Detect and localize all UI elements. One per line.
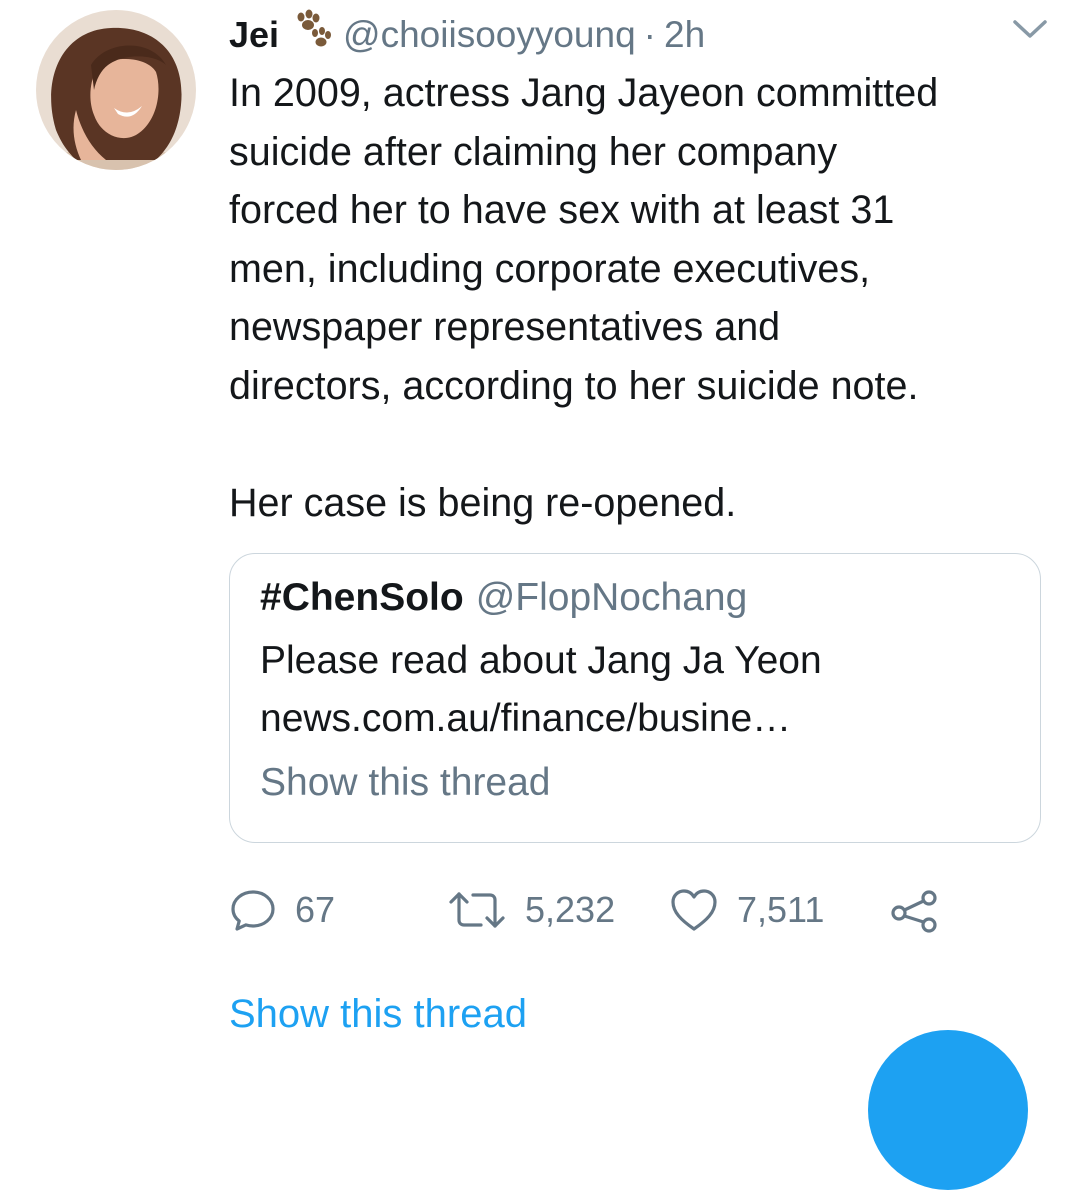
compose-button[interactable] [868,1030,1028,1190]
retweet-button[interactable]: 5,232 [447,882,615,938]
quoted-show-thread[interactable]: Show this thread [260,761,551,805]
like-button[interactable]: 7,511 [669,882,824,938]
reply-button[interactable]: 67 [229,882,335,938]
retweet-icon [447,886,507,934]
tweet-time[interactable]: 2h [664,14,705,56]
avatar[interactable] [36,10,196,170]
like-count: 7,511 [737,889,825,930]
reply-count: 67 [295,889,336,930]
quoted-tweet-text: Please read about Jang Ja Yeon [260,639,822,682]
author-name[interactable]: Jei [229,14,279,56]
quoted-tweet-link[interactable]: news.com.au/finance/busine… [260,697,791,741]
show-thread-link[interactable]: Show this thread [229,992,527,1037]
author-handle[interactable]: @choiisooyyounq [343,14,636,56]
quoted-tweet[interactable]: #ChenSolo @FlopNochang Please read about … [229,553,1041,843]
chevron-down-icon[interactable] [1012,18,1048,40]
tweet-text: In 2009, actress Jang Jayeon committed s… [229,71,939,526]
share-icon [889,886,939,934]
paw-icon [291,9,333,49]
share-button[interactable] [889,882,939,938]
tweet-actions: 67 5,232 7,511 [229,882,989,938]
like-icon [669,887,719,933]
quoted-author-handle: @FlopNochang [475,576,748,619]
header-separator: · [643,14,656,55]
tweet-header: Jei @choiisooyyounq · 2h [229,9,705,60]
retweet-count: 5,232 [525,889,616,930]
quoted-tweet-header: #ChenSolo @FlopNochang [260,576,747,620]
reply-icon [229,886,277,934]
quoted-author-name: #ChenSolo [260,576,464,619]
